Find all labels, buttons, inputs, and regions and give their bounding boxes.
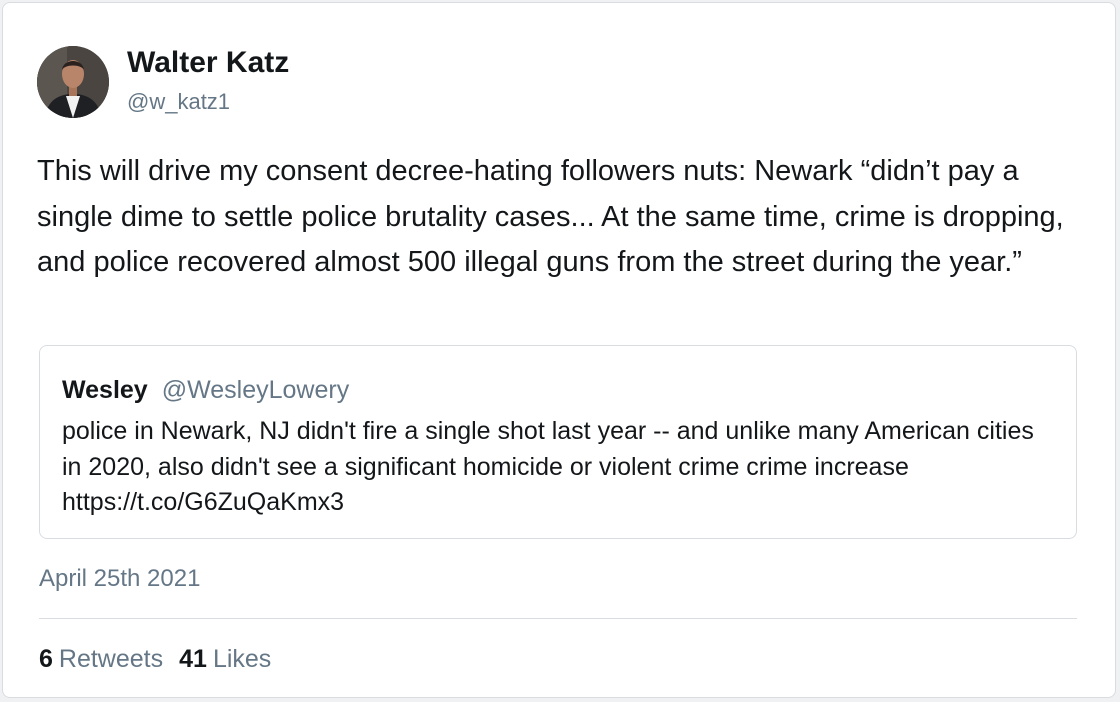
avatar-photo xyxy=(37,46,109,118)
tweet-card: Walter Katz @w_katz1 This will drive my … xyxy=(2,2,1116,698)
likes-stat[interactable]: 41 Likes xyxy=(179,645,271,673)
avatar[interactable] xyxy=(37,46,109,118)
author-handle[interactable]: @w_katz1 xyxy=(127,87,230,117)
quoted-tweet-header: Wesley @WesleyLowery xyxy=(62,374,349,410)
retweets-stat[interactable]: 6 Retweets xyxy=(39,645,163,673)
quoted-tweet-text: police in Newark, NJ didn't fire a singl… xyxy=(62,417,1034,516)
retweets-count: 6 xyxy=(39,645,53,673)
tweet-stats: 6 Retweets 41 Likes xyxy=(39,643,271,675)
likes-count: 41 xyxy=(179,645,207,673)
tweet-text: This will drive my consent decree-hating… xyxy=(37,155,1064,278)
quoted-tweet[interactable]: Wesley @WesleyLowery police in Newark, NJ… xyxy=(39,345,1077,539)
tweet-date[interactable]: April 25th 2021 xyxy=(39,564,200,594)
retweets-label: Retweets xyxy=(58,645,164,673)
divider xyxy=(39,618,1077,619)
author-name[interactable]: Walter Katz xyxy=(127,45,289,81)
quoted-author-name: Wesley xyxy=(62,376,148,404)
quoted-author-handle: @WesleyLowery xyxy=(161,376,350,404)
likes-label: Likes xyxy=(212,645,272,673)
